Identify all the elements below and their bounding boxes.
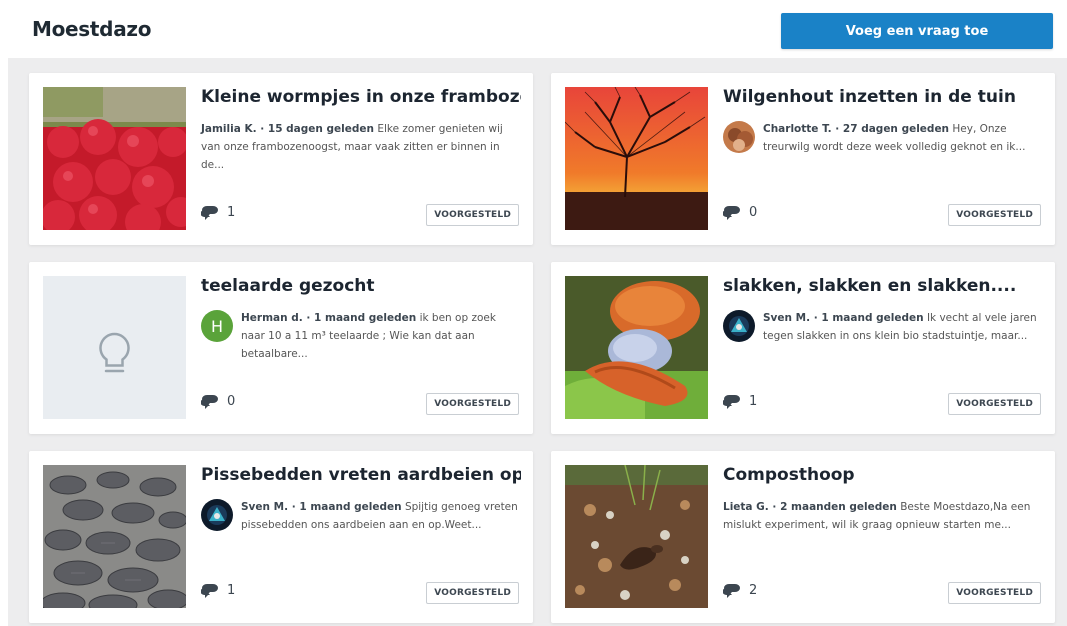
suggested-badge: VOORGESTELD bbox=[948, 204, 1041, 226]
comment-count[interactable]: 1 bbox=[201, 583, 235, 598]
author-info[interactable]: Herman d. · 1 maand geleden bbox=[241, 312, 416, 324]
comments-icon bbox=[723, 394, 741, 409]
willow-sunset-photo[interactable] bbox=[565, 87, 708, 230]
question-card[interactable]: Kleine wormpjes in onze frambozen Jamili… bbox=[29, 73, 533, 245]
slugs-photo[interactable] bbox=[565, 276, 708, 419]
question-card[interactable]: Composthoop Lieta G. · 2 maanden geleden… bbox=[551, 451, 1055, 623]
comments-icon bbox=[201, 394, 219, 409]
comment-count-value: 0 bbox=[227, 394, 236, 409]
question-title[interactable]: Wilgenhout inzetten in de tuin bbox=[723, 87, 1043, 107]
comment-count-value: 1 bbox=[227, 583, 236, 598]
header-bar: Moestdazo Voeg een vraag toe bbox=[0, 0, 1067, 58]
comments-icon bbox=[201, 205, 219, 220]
question-excerpt: Sven M. · 1 maand geleden Spijtig genoeg… bbox=[241, 498, 521, 534]
comments-icon bbox=[723, 583, 741, 598]
question-excerpt: Charlotte T. · 27 dagen geleden Hey, Onz… bbox=[763, 120, 1043, 156]
avatar[interactable] bbox=[201, 499, 233, 531]
question-excerpt: Jamilia K. · 15 dagen geleden Elke zomer… bbox=[201, 120, 521, 174]
lightbulb-icon bbox=[43, 276, 186, 419]
author-info[interactable]: Jamilia K. · 15 dagen geleden bbox=[201, 123, 374, 135]
question-title[interactable]: Pissebedden vreten aardbeien op bbox=[201, 465, 521, 485]
question-card[interactable]: Pissebedden vreten aardbeien op Sven M. … bbox=[29, 451, 533, 623]
comment-count-value: 1 bbox=[749, 394, 758, 409]
raspberries-photo[interactable] bbox=[43, 87, 186, 230]
question-title[interactable]: teelaarde gezocht bbox=[201, 276, 521, 296]
comment-count[interactable]: 0 bbox=[723, 205, 757, 220]
avatar[interactable] bbox=[723, 121, 755, 153]
suggested-badge: VOORGESTELD bbox=[426, 393, 519, 415]
page-title: Moestdazo bbox=[32, 17, 152, 41]
suggested-badge: VOORGESTELD bbox=[948, 582, 1041, 604]
compost-photo[interactable] bbox=[565, 465, 708, 608]
avatar[interactable] bbox=[723, 310, 755, 342]
author-info[interactable]: Sven M. · 1 maand geleden bbox=[763, 312, 924, 324]
question-card[interactable]: Wilgenhout inzetten in de tuin Charlotte… bbox=[551, 73, 1055, 245]
question-title[interactable]: slakken, slakken en slakken.... bbox=[723, 276, 1043, 296]
woodlice-photo[interactable] bbox=[43, 465, 186, 608]
comment-count[interactable]: 0 bbox=[201, 394, 235, 409]
comments-icon bbox=[723, 205, 741, 220]
author-info[interactable]: Charlotte T. · 27 dagen geleden bbox=[763, 123, 949, 135]
add-question-button[interactable]: Voeg een vraag toe bbox=[781, 13, 1053, 49]
author-info[interactable]: Lieta G. · 2 maanden geleden bbox=[723, 501, 897, 513]
question-card[interactable]: slakken, slakken en slakken.... Sven M. … bbox=[551, 262, 1055, 434]
avatar[interactable]: H bbox=[201, 310, 233, 342]
placeholder-thumbnail[interactable] bbox=[43, 276, 186, 419]
question-excerpt: Sven M. · 1 maand geleden Ik vecht al ve… bbox=[763, 309, 1043, 345]
comment-count[interactable]: 1 bbox=[201, 205, 235, 220]
comment-count-value: 2 bbox=[749, 583, 758, 598]
question-title[interactable]: Composthoop bbox=[723, 465, 1043, 485]
question-excerpt: Herman d. · 1 maand geleden ik ben op zo… bbox=[241, 309, 521, 363]
question-card[interactable]: teelaarde gezocht H Herman d. · 1 maand … bbox=[29, 262, 533, 434]
suggested-badge: VOORGESTELD bbox=[948, 393, 1041, 415]
comment-count-value: 0 bbox=[749, 205, 758, 220]
question-title[interactable]: Kleine wormpjes in onze frambozen bbox=[201, 87, 521, 107]
author-info[interactable]: Sven M. · 1 maand geleden bbox=[241, 501, 402, 513]
comment-count[interactable]: 1 bbox=[723, 394, 757, 409]
suggested-badge: VOORGESTELD bbox=[426, 204, 519, 226]
comments-icon bbox=[201, 583, 219, 598]
comment-count-value: 1 bbox=[227, 205, 236, 220]
suggested-badge: VOORGESTELD bbox=[426, 582, 519, 604]
question-excerpt: Lieta G. · 2 maanden geleden Beste Moest… bbox=[723, 498, 1043, 534]
comment-count[interactable]: 2 bbox=[723, 583, 757, 598]
